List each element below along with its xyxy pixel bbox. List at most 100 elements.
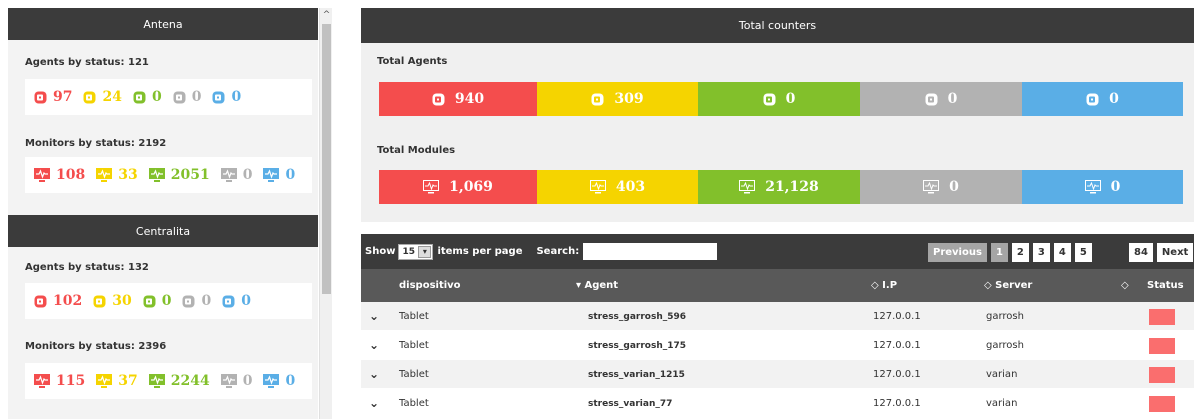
monitors-warning-count: 37: [118, 373, 138, 389]
agent-icon: [182, 295, 195, 308]
monitors-warning-count: 33: [118, 167, 138, 183]
pagination: Previous 1 2 3 4 5: [928, 243, 1092, 262]
table-row[interactable]: ⌄ Tablet stress_garrosh_175 127.0.0.1 ga…: [361, 331, 1194, 360]
total-modules-warning-value: 403: [615, 179, 646, 195]
agent-icon: [133, 91, 146, 104]
monitor-icon: [263, 374, 280, 388]
page-1-button[interactable]: 1: [990, 243, 1008, 262]
agents-critical-count: 97: [53, 89, 73, 105]
next-button[interactable]: Next: [1156, 243, 1194, 262]
col-agent[interactable]: ▾ Agent: [576, 280, 618, 291]
total-counters-panel: Total counters Total Agents 940 309 0 0 …: [361, 8, 1194, 222]
total-agents-normal: 0: [698, 82, 860, 116]
agents-notinit-count: 0: [241, 293, 251, 309]
cell-server: varian: [986, 369, 1018, 380]
agents-by-status-title: Agents by status: 132: [25, 262, 149, 273]
monitor-icon: [423, 180, 440, 194]
total-counters-header: Total counters: [361, 8, 1194, 43]
total-agents-notinit-value: 0: [1109, 91, 1119, 107]
monitor-icon: [34, 374, 50, 388]
page-3-button[interactable]: 3: [1032, 243, 1050, 262]
total-agents-warning: 309: [537, 82, 698, 116]
total-modules-critical-value: 1,069: [449, 179, 493, 195]
chevron-down-icon[interactable]: ⌄: [369, 338, 379, 352]
left-panel: Antena Agents by status: 121 97 24 0 0 0…: [0, 0, 334, 419]
cell-agent[interactable]: stress_varian_77: [588, 399, 672, 409]
chevron-down-icon[interactable]: ⌄: [369, 367, 379, 381]
monitors-critical-count: 108: [56, 167, 86, 183]
total-modules-unknown: 0: [860, 170, 1022, 204]
group-header-antena: Antena: [8, 8, 318, 40]
items-per-page-select[interactable]: 15 ▾: [398, 243, 434, 260]
cell-ip: 127.0.0.1: [873, 369, 921, 380]
page-5-button[interactable]: 5: [1074, 243, 1092, 262]
table-row[interactable]: ⌄ Tablet stress_varian_1215 127.0.0.1 va…: [361, 360, 1194, 389]
col-status-sort-icon[interactable]: ◇: [1121, 280, 1129, 291]
pagination-end: 84 Next: [1129, 243, 1194, 262]
scroll-up-arrow-icon[interactable]: ^: [320, 8, 333, 22]
total-agents-title: Total Agents: [377, 56, 448, 67]
agent-icon: [432, 93, 445, 106]
monitors-by-status-title: Monitors by status: 2192: [25, 138, 167, 149]
monitor-icon: [220, 374, 237, 388]
cell-agent[interactable]: stress_garrosh_175: [588, 341, 686, 351]
agents-unknown-count: 0: [191, 89, 202, 105]
chevron-down-icon[interactable]: ▾: [418, 245, 432, 258]
total-agents-unknown-value: 0: [947, 91, 958, 107]
left-scrollbar[interactable]: ^: [319, 8, 332, 419]
previous-button[interactable]: Previous: [928, 243, 987, 262]
monitor-icon: [148, 168, 165, 182]
monitors-by-status-title: Monitors by status: 2396: [25, 341, 167, 352]
monitor-icon: [34, 168, 50, 182]
items-per-page-label: items per page: [437, 246, 523, 257]
table-row[interactable]: ⌄ Tablet stress_garrosh_596 127.0.0.1 ga…: [361, 302, 1194, 331]
col-server[interactable]: ◇ Server: [984, 280, 1032, 291]
monitor-icon: [1084, 180, 1101, 194]
monitors-unknown-count: 0: [242, 373, 253, 389]
search-input[interactable]: [583, 243, 718, 260]
col-status[interactable]: Status: [1147, 280, 1184, 291]
monitors-notinit-count: 0: [285, 373, 296, 389]
monitor-icon: [739, 180, 756, 194]
agents-status-box: 102 30 0 0 0: [25, 283, 312, 319]
total-modules-normal: 21,128: [698, 170, 860, 204]
total-modules-unknown-value: 0: [949, 179, 959, 195]
agents-warning-count: 24: [102, 89, 122, 105]
total-agents-critical: 940: [379, 82, 537, 116]
table-toolbar: Show 15 ▾ items per page Search: Previou…: [361, 234, 1194, 269]
table-row[interactable]: ⌄ Tablet stress_varian_77 127.0.0.1 vari…: [361, 389, 1194, 418]
chevron-down-icon[interactable]: ⌄: [369, 309, 379, 323]
cell-dispositivo: Tablet: [399, 340, 429, 351]
page-4-button[interactable]: 4: [1053, 243, 1071, 262]
monitor-icon: [148, 374, 165, 388]
agents-unknown-count: 0: [201, 293, 212, 309]
agents-notinit-count: 0: [231, 89, 242, 105]
agents-critical-count: 102: [53, 293, 83, 309]
monitor-icon: [263, 168, 280, 182]
status-indicator: [1149, 367, 1175, 383]
status-indicator: [1149, 338, 1175, 354]
monitor-icon: [589, 180, 606, 194]
cell-agent[interactable]: stress_garrosh_596: [588, 312, 686, 322]
page-last-button[interactable]: 84: [1129, 243, 1153, 262]
show-label: Show: [365, 246, 396, 257]
agent-icon: [34, 91, 47, 104]
total-agents-unknown: 0: [860, 82, 1022, 116]
total-modules-critical: 1,069: [379, 170, 537, 204]
agent-icon: [143, 295, 156, 308]
agents-by-status-title: Agents by status: 121: [25, 57, 149, 68]
scroll-thumb[interactable]: [322, 24, 331, 294]
page-2-button[interactable]: 2: [1011, 243, 1029, 262]
cell-ip: 127.0.0.1: [873, 398, 921, 409]
col-dispositivo[interactable]: dispositivo: [399, 280, 461, 291]
cell-agent[interactable]: stress_varian_1215: [588, 370, 685, 380]
total-agents-notinit: 0: [1022, 82, 1183, 116]
agent-icon: [34, 295, 47, 308]
chevron-down-icon[interactable]: ⌄: [369, 396, 379, 410]
cell-server: garrosh: [986, 311, 1024, 322]
agent-icon: [222, 295, 235, 308]
cell-dispositivo: Tablet: [399, 398, 429, 409]
agent-icon: [83, 91, 96, 104]
agent-icon: [591, 93, 604, 106]
col-ip[interactable]: ◇ I.P: [871, 280, 897, 291]
